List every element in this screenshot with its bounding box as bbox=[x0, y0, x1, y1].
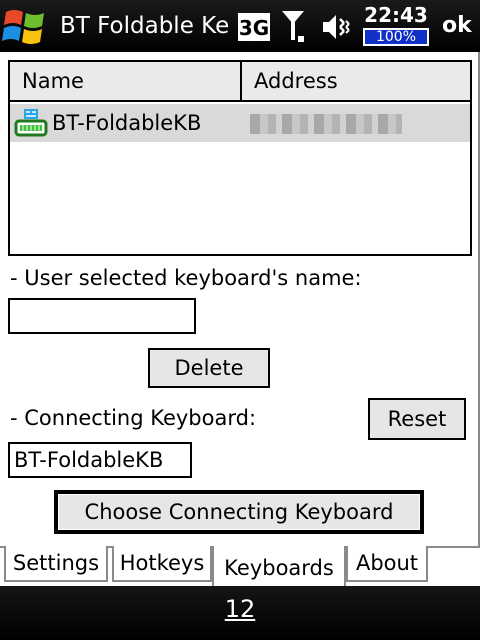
ok-button[interactable]: ok bbox=[442, 13, 472, 39]
user-name-input[interactable] bbox=[8, 298, 196, 334]
column-header-name[interactable]: Name bbox=[10, 62, 242, 102]
speaker-vibrate-icon[interactable] bbox=[320, 12, 352, 46]
clock-battery-area[interactable]: 22:43 100% bbox=[360, 4, 432, 46]
tab-keyboards[interactable]: Keyboards bbox=[212, 546, 346, 586]
device-address-obscured bbox=[250, 114, 402, 134]
tab-settings[interactable]: Settings bbox=[4, 546, 108, 582]
center-soft-key[interactable]: 12 bbox=[200, 594, 280, 624]
title-bar: BT Foldable Keyboard 3G 22:43 100% ok bbox=[0, 0, 480, 52]
list-item[interactable]: BT-FoldableKB bbox=[10, 104, 470, 142]
device-name: BT-FoldableKB bbox=[52, 111, 202, 135]
list-header: Name Address bbox=[10, 62, 470, 102]
delete-button[interactable]: Delete bbox=[148, 348, 270, 388]
column-header-address[interactable]: Address bbox=[240, 62, 470, 102]
app-title: BT Foldable Keyboard bbox=[60, 13, 228, 39]
tab-strip: Settings Hotkeys Keyboards About bbox=[0, 546, 480, 586]
3g-icon[interactable]: 3G bbox=[237, 12, 271, 46]
tab-about[interactable]: About bbox=[346, 546, 428, 582]
svg-text:3G: 3G bbox=[239, 16, 269, 40]
windows-start-icon[interactable] bbox=[2, 4, 48, 48]
signal-antenna-icon[interactable] bbox=[280, 8, 306, 50]
keyboard-device-icon bbox=[14, 108, 48, 142]
connecting-keyboard-label: - Connecting Keyboard: bbox=[10, 406, 257, 430]
choose-connecting-keyboard-button[interactable]: Choose Connecting Keyboard bbox=[54, 490, 424, 534]
user-name-label: - User selected keyboard's name: bbox=[10, 266, 362, 290]
keyboards-panel: Name Address BT-FoldableKB - User select… bbox=[0, 52, 480, 546]
battery-indicator: 100% bbox=[363, 28, 429, 46]
soft-key-bar: 12 bbox=[0, 586, 480, 640]
reset-button[interactable]: Reset bbox=[368, 398, 466, 440]
keyboard-list[interactable]: Name Address BT-FoldableKB bbox=[8, 60, 472, 256]
tab-hotkeys[interactable]: Hotkeys bbox=[112, 546, 212, 582]
clock: 22:43 bbox=[364, 3, 428, 27]
connecting-keyboard-field[interactable]: BT-FoldableKB bbox=[8, 442, 192, 478]
